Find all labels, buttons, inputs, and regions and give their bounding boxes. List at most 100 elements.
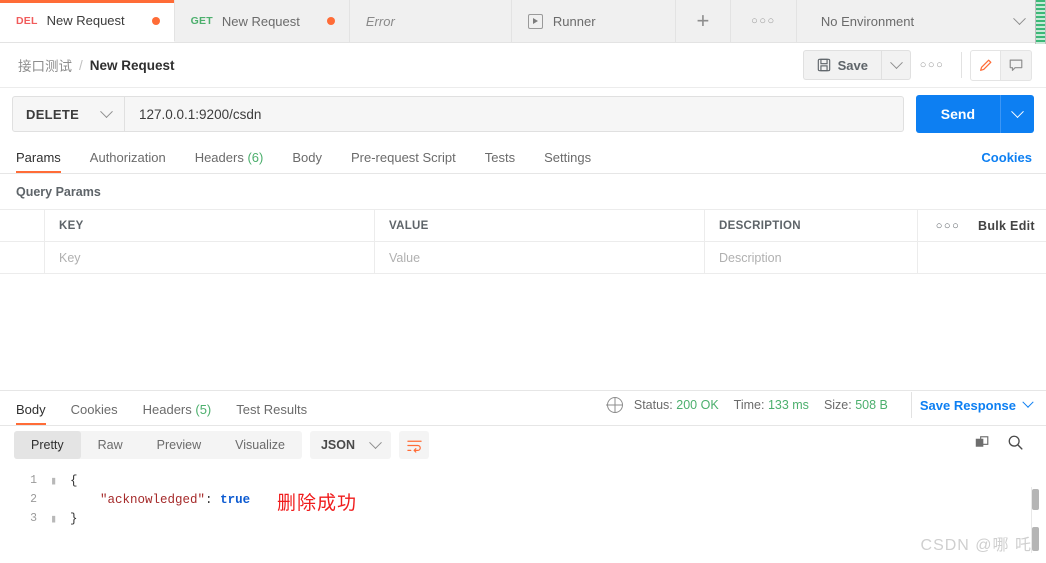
response-tab-headers[interactable]: Headers (5) [143,402,212,425]
request-section-tabs: Params Authorization Headers (6) Body Pr… [0,140,607,173]
tab-overflow-button[interactable]: ○○○ [730,0,797,42]
response-tools [974,434,1032,456]
key-placeholder: Key [59,250,81,265]
copy-button[interactable] [974,435,990,456]
word-wrap-button[interactable] [399,431,429,459]
tab-body[interactable]: Body [292,150,322,173]
tab-count: (5) [195,402,212,417]
view-mode-pretty[interactable]: Pretty [14,431,81,459]
code-text: { [70,473,78,488]
tab-count: (6) [247,150,264,165]
divider [961,52,962,78]
chevron-down-icon [100,104,113,118]
tab-label: Headers [194,150,244,165]
key-input[interactable]: Key [45,242,375,273]
breadcrumb-folder[interactable]: 接口测试 [18,55,72,75]
comment-icon [1009,59,1023,71]
column-header-description: DESCRIPTION [705,210,918,241]
description-placeholder: Description [719,250,782,265]
runner-tab[interactable]: Runner [511,0,676,42]
floppy-disk-icon [817,58,830,72]
response-scrollbar[interactable] [1031,487,1039,553]
view-mode-preview[interactable]: Preview [140,431,218,459]
response-section-tabs: Body Cookies Headers (5) Test Results [16,391,307,425]
tab-label: Pre-request Script [350,150,456,165]
play-icon [527,13,543,29]
url-input[interactable]: 127.0.0.1:9200/csdn [125,96,904,132]
view-mode-raw[interactable]: Raw [81,431,140,459]
status-meta: Status: 200 OK [634,398,719,412]
tab-label: Body [16,402,46,417]
search-button[interactable] [1007,434,1024,456]
line-number: 3 [30,512,37,525]
more-horizontal-icon: ○○○ [935,219,961,232]
table-options-button[interactable]: ○○○ [918,210,964,241]
new-tab-button[interactable]: + [675,0,731,42]
error-tab[interactable]: Error [349,0,512,42]
comments-button[interactable] [1001,49,1032,81]
bulk-edit-button[interactable]: Bulk Edit [964,210,1046,241]
code-line: 2 "acknowledged": true [0,490,1046,509]
request-tab-0[interactable]: DEL New Request [0,0,175,42]
size-value: 508 B [855,398,888,412]
view-mode-visualize[interactable]: Visualize [218,431,302,459]
value-input[interactable]: Value [375,242,705,273]
scrollbar-thumb-2[interactable] [1032,527,1039,551]
status-label: Status: [633,398,673,412]
code-text: } [70,511,78,526]
tab-title: New Request [46,13,125,28]
fold-marker[interactable]: ▮ [46,512,61,526]
tab-label: Params [16,150,61,165]
save-response-button[interactable]: Save Response [920,396,1034,413]
description-input[interactable]: Description [705,242,918,273]
request-more-button[interactable]: ○○○ [911,59,953,71]
language-select[interactable]: JSON [309,431,391,459]
more-horizontal-icon: ○○○ [919,59,945,71]
tab-label: Headers [142,402,192,417]
window-scroll-indicator[interactable] [1035,0,1046,44]
tab-label: Cookies [70,402,118,417]
scrollbar-thumb[interactable] [1032,489,1039,510]
json-separator: : [205,492,221,507]
more-horizontal-icon: ○○○ [751,15,776,27]
tab-settings[interactable]: Settings [544,150,591,173]
response-body-viewer[interactable]: 1 ▮ { 2 "acknowledged": true 3 ▮ } 删除成功 [0,464,1046,533]
tab-params[interactable]: Params [16,150,61,173]
status-value: 200 OK [676,398,719,412]
cookies-link[interactable]: Cookies [981,150,1046,173]
http-method-value: DELETE [26,106,80,122]
tab-label: Authorization [89,150,166,165]
tab-label: Tests [484,150,516,165]
response-meta: Status: 200 OK Time: 133 ms Size: 508 B … [606,392,1034,425]
fold-marker[interactable]: ▮ [46,474,61,488]
query-params-table: KEY VALUE DESCRIPTION ○○○ Bulk Edit Key … [0,209,1046,274]
pencil-icon [979,59,991,71]
table-row[interactable]: Key Value Description [0,242,1046,274]
response-tab-test-results[interactable]: Test Results [236,402,307,425]
send-button[interactable]: Send [915,95,1000,133]
response-tab-cookies[interactable]: Cookies [71,402,118,425]
tab-tests[interactable]: Tests [485,150,515,173]
tab-pre-request-script[interactable]: Pre-request Script [351,150,456,173]
environment-selector[interactable]: No Environment [796,0,1046,42]
tab-label: Settings [544,150,592,165]
http-method-select[interactable]: DELETE [12,96,125,132]
save-button-label: Save [837,57,868,73]
tab-headers[interactable]: Headers (6) [195,150,264,173]
tab-authorization[interactable]: Authorization [90,150,166,173]
request-header-bar: 接口测试 / New Request Save ○○○ [0,43,1046,88]
edit-request-button[interactable] [970,49,1001,81]
column-header-value: VALUE [375,210,705,241]
globe-icon [606,397,623,413]
save-button[interactable]: Save [802,50,881,80]
chevron-down-icon [369,435,382,449]
send-options-button[interactable] [1000,95,1034,133]
row-checkbox-cell[interactable] [0,242,45,273]
search-icon [1008,435,1023,450]
request-tab-1[interactable]: GET New Request [174,0,350,42]
response-tab-body[interactable]: Body [16,402,46,425]
copy-icon [975,435,989,447]
query-params-label: Query Params [16,185,101,199]
select-all-cell[interactable] [0,210,45,241]
save-options-button[interactable] [881,50,911,80]
